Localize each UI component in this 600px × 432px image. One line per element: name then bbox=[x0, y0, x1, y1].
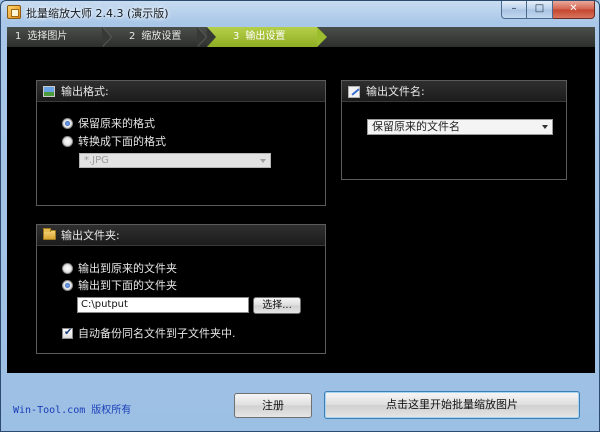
app-window: 批量缩放大师 2.4.3 (演示版) – □ ✕ 1 选择图片 2 缩放设置 3 输出… bbox=[0, 0, 600, 432]
image-icon bbox=[43, 86, 55, 97]
radio-button[interactable] bbox=[62, 280, 73, 291]
radio-label: 保留原来的格式 bbox=[78, 117, 155, 130]
step-label: 选择图片 bbox=[27, 31, 68, 42]
footer-copyright: Win-Tool.com 版权所有 bbox=[13, 401, 131, 416]
step-number: 3 bbox=[233, 31, 240, 42]
chevron-down-icon bbox=[542, 125, 548, 129]
register-button[interactable]: 注册 bbox=[234, 393, 312, 418]
step-number: 1 bbox=[15, 31, 22, 42]
title-bar[interactable]: 批量缩放大师 2.4.3 (演示版) – □ ✕ bbox=[1, 1, 599, 23]
step-separator bbox=[102, 27, 111, 47]
step-separator bbox=[207, 27, 216, 47]
step-select-images[interactable]: 1 选择图片 bbox=[15, 27, 67, 47]
radio-label: 转换成下面的格式 bbox=[78, 135, 166, 148]
active-step-arrow bbox=[317, 27, 327, 47]
output-filename-header: 输出文件名: bbox=[342, 81, 566, 102]
chevron-down-icon bbox=[260, 159, 266, 163]
step-separator bbox=[197, 27, 206, 47]
step-label: 输出设置 bbox=[245, 31, 286, 42]
copyright-text: 版权所有 bbox=[91, 405, 132, 416]
output-format-panel: 输出格式: 保留原来的格式 转换成下面的格式 *.JPG bbox=[36, 80, 326, 206]
browse-button[interactable]: 选择... bbox=[253, 297, 301, 314]
format-select-value: *.JPG bbox=[84, 155, 109, 166]
filename-select[interactable]: 保留原来的文件名 bbox=[367, 119, 553, 135]
output-path-input[interactable]: C:\putput bbox=[77, 297, 249, 313]
step-output-settings[interactable]: 3 输出设置 bbox=[233, 27, 285, 47]
checkbox-label: 自动备份同名文件到子文件夹中. bbox=[78, 327, 236, 340]
output-format-header: 输出格式: bbox=[37, 81, 325, 102]
minimize-button[interactable]: – bbox=[501, 1, 527, 19]
output-folder-header: 输出文件夹: bbox=[37, 225, 325, 246]
app-icon bbox=[7, 5, 21, 19]
filename-select-value: 保留原来的文件名 bbox=[372, 120, 460, 133]
pencil-icon bbox=[348, 86, 360, 98]
step-resize-settings[interactable]: 2 缩放设置 bbox=[129, 27, 181, 47]
close-button[interactable]: ✕ bbox=[553, 1, 595, 19]
radio-label: 输出到下面的文件夹 bbox=[78, 279, 177, 292]
window-controls: – □ ✕ bbox=[501, 1, 595, 19]
output-filename-panel: 输出文件名: 保留原来的文件名 bbox=[341, 80, 567, 180]
format-select[interactable]: *.JPG bbox=[79, 153, 271, 168]
settings-area: 输出格式: 保留原来的格式 转换成下面的格式 *.JPG 输出文件名: 保留原来… bbox=[7, 47, 595, 373]
output-format-title: 输出格式: bbox=[61, 85, 109, 98]
output-folder-panel: 输出文件夹: 输出到原来的文件夹 输出到下面的文件夹 C:\putput 选择.… bbox=[36, 224, 326, 354]
folder-icon bbox=[43, 228, 56, 240]
radio-button[interactable] bbox=[62, 263, 73, 274]
radio-button[interactable] bbox=[62, 118, 73, 129]
maximize-button[interactable]: □ bbox=[527, 1, 553, 19]
output-filename-title: 输出文件名: bbox=[366, 85, 425, 98]
step-label: 缩放设置 bbox=[141, 31, 182, 42]
radio-label: 输出到原来的文件夹 bbox=[78, 262, 177, 275]
output-folder-title: 输出文件夹: bbox=[61, 229, 120, 242]
site-link[interactable]: Win-Tool.com bbox=[13, 405, 85, 416]
wizard-steps: 1 选择图片 2 缩放设置 3 输出设置 bbox=[7, 27, 595, 47]
backup-checkbox[interactable] bbox=[62, 326, 73, 340]
step-number: 2 bbox=[129, 31, 136, 42]
window-title: 批量缩放大师 2.4.3 (演示版) bbox=[26, 7, 169, 20]
start-batch-button[interactable]: 点击这里开始批量缩放图片 bbox=[324, 391, 580, 419]
radio-button[interactable] bbox=[62, 136, 73, 147]
